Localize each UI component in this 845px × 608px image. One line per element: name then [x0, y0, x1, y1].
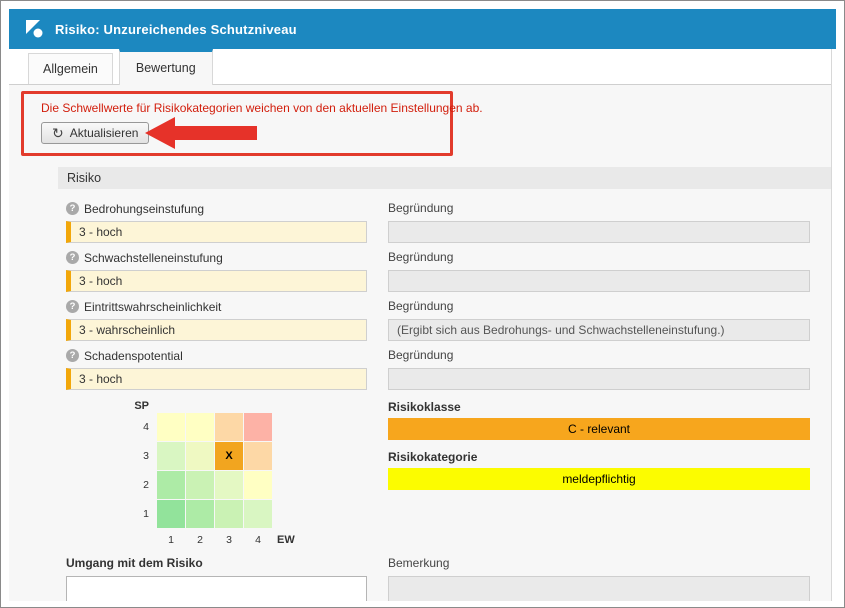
matrix-cell[interactable]: [186, 471, 214, 499]
help-icon[interactable]: ?: [66, 251, 79, 264]
umgang-label: Umgang mit dem Risiko: [66, 556, 367, 571]
matrix-spacer: [186, 396, 214, 412]
matrix-cell[interactable]: [215, 413, 243, 441]
umgang-select[interactable]: [66, 576, 367, 601]
matrix-cell[interactable]: X: [215, 442, 243, 470]
matrix-cell[interactable]: [157, 500, 185, 528]
matrix-spacer: [273, 500, 305, 528]
field-label-eintrittswahrscheinlichkeit: Eintrittswahrscheinlichkeit: [84, 300, 221, 314]
app-logo-icon: [23, 18, 45, 40]
title-bar: Risiko: Unzureichendes Schutzniveau: [9, 9, 836, 49]
matrix-col-label: 4: [244, 529, 272, 547]
matrix-cell[interactable]: [186, 500, 214, 528]
bemerkung-input[interactable]: [388, 576, 810, 601]
risiko-section: Risiko ? Bedrohungseinstufung 3 - hoch B…: [58, 167, 831, 601]
eintrittswahrscheinlichkeit-input[interactable]: 3 - wahrscheinlich: [66, 319, 367, 341]
begruendung-input[interactable]: [388, 270, 810, 292]
matrix-cell[interactable]: [186, 442, 214, 470]
matrix-cell[interactable]: [244, 471, 272, 499]
tab-bewertung[interactable]: Bewertung: [119, 49, 213, 85]
matrix-cell[interactable]: [186, 413, 214, 441]
matrix-spacer: [215, 396, 243, 412]
matrix-spacer: [157, 396, 185, 412]
field-row-schwachstelleneinstufung: ? Schwachstelleneinstufung 3 - hoch Begr…: [66, 243, 810, 292]
app-window: Risiko: Unzureichendes Schutzniveau Allg…: [0, 0, 845, 608]
begruendung-label: Begründung: [388, 201, 810, 216]
matrix-spacer: [273, 396, 305, 412]
help-icon[interactable]: ?: [66, 300, 79, 313]
risikokategorie-label: Risikokategorie: [388, 450, 810, 464]
field-row-eintrittswahrscheinlichkeit: ? Eintrittswahrscheinlichkeit 3 - wahrsc…: [66, 292, 810, 341]
matrix-spacer: [244, 396, 272, 412]
field-label-schadenspotential: Schadenspotential: [84, 349, 183, 363]
begruendung-input[interactable]: [388, 221, 810, 243]
risiko-section-header: Risiko: [58, 167, 831, 189]
matrix-row-label: 2: [130, 471, 156, 499]
field-label-schwachstelleneinstufung: Schwachstelleneinstufung: [84, 251, 223, 265]
matrix-cell[interactable]: [215, 500, 243, 528]
begruendung-label: Begründung: [388, 299, 810, 314]
field-label-bedrohungseinstufung: Bedrohungseinstufung: [84, 202, 204, 216]
window-title: Risiko: Unzureichendes Schutzniveau: [55, 22, 297, 37]
matrix-col-label: 3: [215, 529, 243, 547]
aktualisieren-button[interactable]: ↻ Aktualisieren: [41, 122, 149, 144]
matrix-row-label: 4: [130, 413, 156, 441]
aktualisieren-button-label: Aktualisieren: [70, 126, 139, 140]
matrix-row: SP43X211234EW Risikoklasse C - relevant …: [66, 390, 810, 547]
risk-class-bar: C - relevant: [388, 418, 810, 440]
annotation-arrow-icon: [145, 116, 257, 150]
threshold-warning-message: Die Schwellwerte für Risikokategorien we…: [41, 101, 438, 115]
matrix-y-axis-label: SP: [130, 396, 156, 412]
refresh-icon: ↻: [52, 126, 64, 140]
matrix-cell[interactable]: [215, 471, 243, 499]
schwachstelleneinstufung-input[interactable]: 3 - hoch: [66, 270, 367, 292]
matrix-col-label: 1: [157, 529, 185, 547]
bottom-row: Umgang mit dem Risiko Bemerkung: [66, 547, 810, 601]
field-row-bedrohungseinstufung: ? Bedrohungseinstufung 3 - hoch Begründu…: [66, 194, 810, 243]
matrix-col-label: 2: [186, 529, 214, 547]
risikoklasse-label: Risikoklasse: [388, 400, 810, 414]
main-panel: Allgemein Bewertung Die Schwellwerte für…: [9, 49, 832, 601]
matrix-spacer: [273, 471, 305, 499]
matrix-cell[interactable]: [244, 442, 272, 470]
matrix-spacer: [273, 413, 305, 441]
bedrohungseinstufung-input[interactable]: 3 - hoch: [66, 221, 367, 243]
help-icon[interactable]: ?: [66, 349, 79, 362]
begruendung-label: Begründung: [388, 250, 810, 265]
help-icon[interactable]: ?: [66, 202, 79, 215]
begruendung-input[interactable]: [388, 368, 810, 390]
bemerkung-label: Bemerkung: [388, 556, 810, 571]
matrix-row-label: 1: [130, 500, 156, 528]
tab-allgemein[interactable]: Allgemein: [28, 53, 113, 84]
matrix-cell[interactable]: [157, 413, 185, 441]
matrix-x-axis-label: EW: [273, 529, 305, 547]
field-row-schadenspotential: ? Schadenspotential 3 - hoch Begründung: [66, 341, 810, 390]
matrix-cell[interactable]: [157, 442, 185, 470]
begruendung-input[interactable]: (Ergibt sich aus Bedrohungs- und Schwach…: [388, 319, 810, 341]
matrix-spacer: [273, 442, 305, 470]
matrix-row-label: 3: [130, 442, 156, 470]
risk-matrix: SP43X211234EW: [130, 396, 305, 547]
matrix-cell[interactable]: [244, 500, 272, 528]
matrix-spacer: [130, 529, 156, 547]
risk-category-bar: meldepflichtig: [388, 468, 810, 490]
matrix-cell[interactable]: [244, 413, 272, 441]
threshold-warning-box: Die Schwellwerte für Risikokategorien we…: [21, 91, 453, 156]
begruendung-label: Begründung: [388, 348, 810, 363]
matrix-cell[interactable]: [157, 471, 185, 499]
schadenspotential-input[interactable]: 3 - hoch: [66, 368, 367, 390]
tab-strip: Allgemein Bewertung: [9, 49, 831, 85]
